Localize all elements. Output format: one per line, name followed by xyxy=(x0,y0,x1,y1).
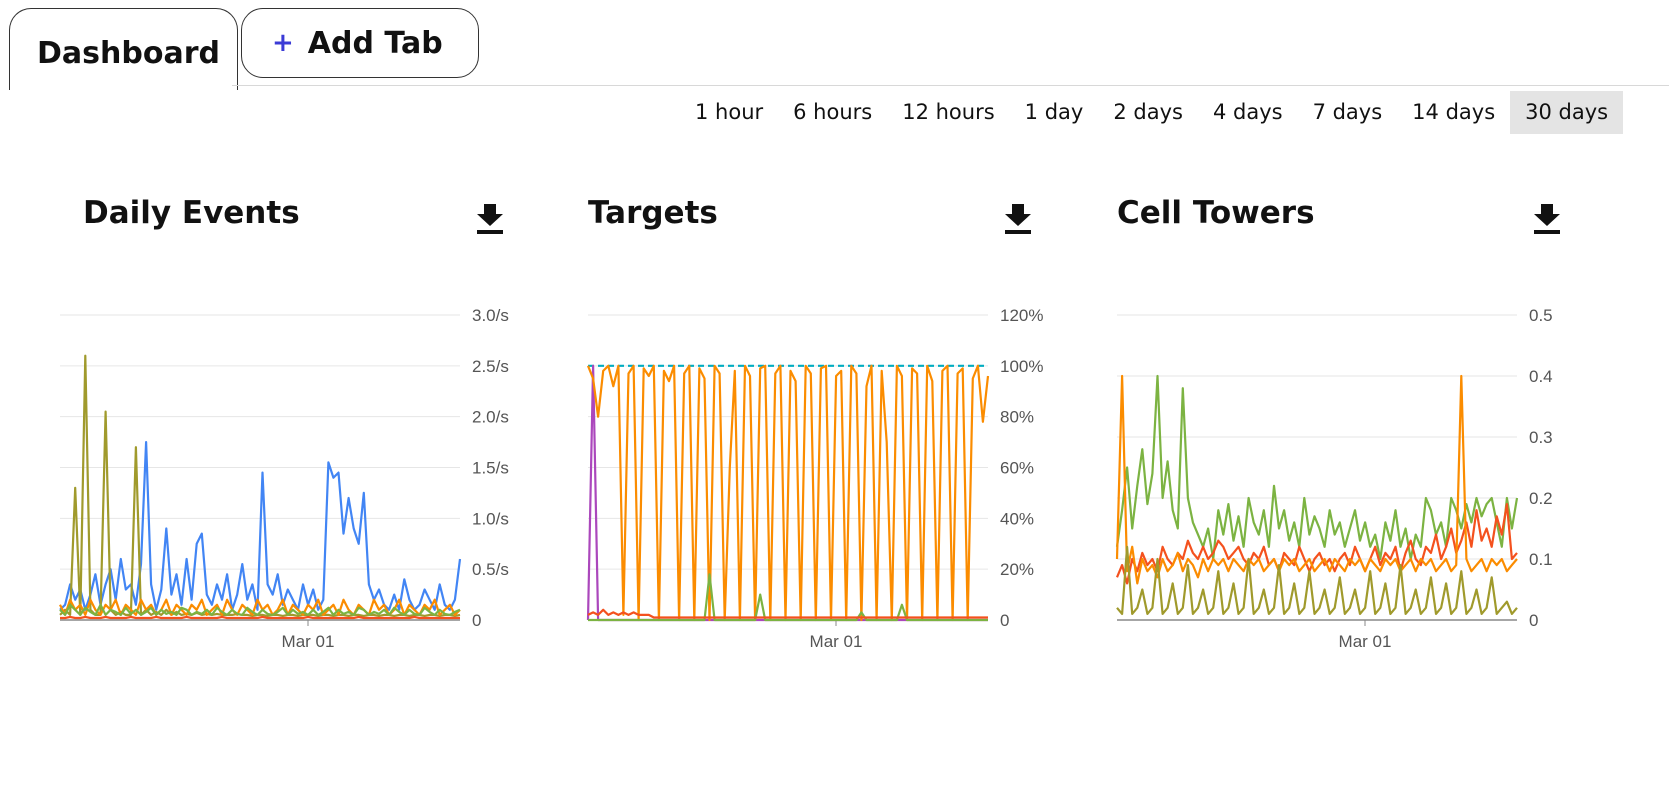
y-tick-label: 0.1 xyxy=(1529,550,1553,569)
range-30-days[interactable]: 30 days xyxy=(1510,91,1624,134)
series-line-2 xyxy=(59,354,461,617)
download-icon[interactable] xyxy=(1003,201,1033,235)
range-1-day[interactable]: 1 day xyxy=(1010,91,1099,134)
download-icon[interactable] xyxy=(475,201,505,235)
y-tick-label: 0.5 xyxy=(1529,306,1553,325)
range-7-days[interactable]: 7 days xyxy=(1298,91,1398,134)
y-tick-label: 40% xyxy=(1000,509,1034,528)
x-tick-label: Mar 01 xyxy=(282,632,335,651)
y-tick-label: 0 xyxy=(472,611,481,630)
y-tick-label: 80% xyxy=(1000,408,1034,427)
y-tick-label: 2.5/s xyxy=(472,357,509,376)
y-tick-label: 0.2 xyxy=(1529,489,1553,508)
y-tick-label: 1.5/s xyxy=(472,459,509,478)
y-tick-label: 0.5/s xyxy=(472,560,509,579)
y-tick-label: 0 xyxy=(1000,611,1009,630)
daily-events-chart: 0 0.5/s 1.0/s 1.5/s 2.0/s 2.5/s 3.0/s Mar 01 xyxy=(59,306,509,651)
range-14-days[interactable]: 14 days xyxy=(1397,91,1510,134)
y-tick-label: 2.0/s xyxy=(472,408,509,427)
range-12-hours[interactable]: 12 hours xyxy=(887,91,1009,134)
y-tick-label: 20% xyxy=(1000,560,1034,579)
range-2-days[interactable]: 2 days xyxy=(1098,91,1198,134)
add-tab-button[interactable]: + Add Tab xyxy=(241,8,479,78)
x-tick-label: Mar 01 xyxy=(1339,632,1392,651)
y-tick-label: 100% xyxy=(1000,357,1043,376)
series-line-4 xyxy=(588,573,988,622)
plus-icon: + xyxy=(272,28,294,58)
download-icon[interactable] xyxy=(1532,201,1562,235)
y-tick-label: 0 xyxy=(1529,611,1538,630)
x-tick-label: Mar 01 xyxy=(810,632,863,651)
series-line-3 xyxy=(586,364,990,622)
cell-towers-chart: 0 0.1 0.2 0.3 0.4 0.5 Mar 01 xyxy=(1115,306,1553,651)
panel-targets: Targets 0 20% 40% 60% 80% 100% 120% Mar 01 xyxy=(586,195,1058,715)
tab-divider xyxy=(232,85,1669,86)
series-line-5 xyxy=(587,608,988,619)
add-tab-label: Add Tab xyxy=(307,25,443,61)
series-line-5 xyxy=(60,615,460,620)
y-tick-label: 0.4 xyxy=(1529,367,1553,386)
panel-title: Daily Events xyxy=(83,195,300,231)
time-range-selector: 1 hour 6 hours 12 hours 1 day 2 days 4 d… xyxy=(680,91,1624,134)
y-tick-label: 1.0/s xyxy=(472,509,509,528)
targets-chart: 0 20% 40% 60% 80% 100% 120% Mar 01 xyxy=(586,306,1043,651)
panel-daily-events: Daily Events 0 0.5/s 1.0/s 1.5/s 2.0/s 2.5/s 3… xyxy=(59,195,530,715)
y-tick-label: 120% xyxy=(1000,306,1043,325)
panel-cell-towers: Cell Towers 0 0.1 0.2 0.3 0.4 0.5 Mar 01 xyxy=(1115,195,1587,715)
range-4-days[interactable]: 4 days xyxy=(1198,91,1298,134)
series-line-3 xyxy=(1115,374,1518,585)
y-tick-label: 60% xyxy=(1000,459,1034,478)
tab-dashboard-label: Dashboard xyxy=(37,36,220,71)
y-tick-label: 0.3 xyxy=(1529,428,1553,447)
range-1-hour[interactable]: 1 hour xyxy=(680,91,778,134)
range-6-hours[interactable]: 6 hours xyxy=(778,91,887,134)
tab-dashboard[interactable]: Dashboard xyxy=(9,8,238,90)
panel-title: Cell Towers xyxy=(1117,195,1315,231)
panel-title: Targets xyxy=(588,195,718,231)
y-tick-label: 3.0/s xyxy=(472,306,509,325)
